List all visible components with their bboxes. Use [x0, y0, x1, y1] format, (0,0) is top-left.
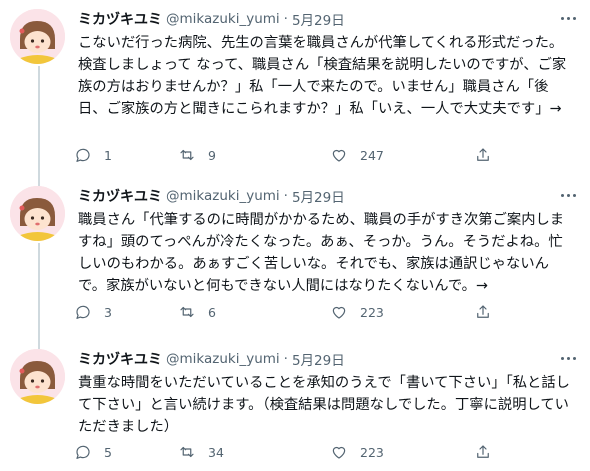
- tweet-text: 貴重な時間をいただいていることを承知のうえで「書いて下さい」「私と話して下さい」…: [78, 375, 570, 435]
- tweet-text: 職員さん「代筆するのに時間がかかるため、職員の手がすき次第ご案内しますね」頭のて…: [78, 212, 565, 294]
- reply-icon: [76, 445, 90, 459]
- timeline: ミカヅキユミ @mikazuki_yumi · 5月29日 こないだ行った病院、…: [0, 0, 590, 471]
- heart-icon: [332, 446, 346, 459]
- tweet-header: ミカヅキユミ @mikazuki_yumi · 5月29日: [78, 348, 560, 370]
- tweet-actions: 3 6 223: [70, 300, 570, 324]
- tweet[interactable]: ミカヅキユミ @mikazuki_yumi · 5月29日 貴重な時間をいただい…: [0, 340, 590, 471]
- reply-count: 5: [104, 444, 112, 460]
- display-name[interactable]: ミカヅキユミ: [78, 186, 162, 206]
- retweet-icon: [180, 149, 194, 161]
- share-button[interactable]: [474, 300, 492, 324]
- avatar[interactable]: [10, 349, 65, 404]
- reply-icon: [76, 305, 90, 319]
- share-button[interactable]: [474, 440, 492, 464]
- retweet-count: 34: [208, 444, 224, 460]
- like-count: 247: [360, 147, 384, 163]
- like-button[interactable]: 247: [330, 143, 384, 167]
- retweet-icon: [180, 446, 194, 458]
- user-handle[interactable]: @mikazuki_yumi: [166, 351, 280, 367]
- reply-count: 3: [104, 304, 112, 320]
- separator-dot: ·: [283, 351, 288, 367]
- tweet-actions: 1 9 247: [70, 143, 570, 167]
- tweet-date[interactable]: 5月29日: [292, 349, 345, 369]
- more-options-icon[interactable]: [558, 350, 578, 366]
- retweet-button[interactable]: 9: [178, 143, 216, 167]
- reply-button[interactable]: 5: [74, 440, 112, 464]
- tweet-text: こないだ行った病院、先生の言葉を職員さんが代筆してくれる形式だった。検査しましょ…: [78, 35, 567, 117]
- like-button[interactable]: 223: [330, 300, 384, 324]
- tweet[interactable]: ミカヅキユミ @mikazuki_yumi · 5月29日 職員さん「代筆するの…: [0, 177, 590, 340]
- tweet-header: ミカヅキユミ @mikazuki_yumi · 5月29日: [78, 185, 560, 207]
- heart-icon: [332, 306, 346, 319]
- share-icon: [477, 445, 489, 458]
- user-handle[interactable]: @mikazuki_yumi: [166, 188, 280, 204]
- retweet-button[interactable]: 34: [178, 440, 224, 464]
- like-count: 223: [360, 444, 384, 460]
- share-icon: [477, 148, 489, 161]
- avatar[interactable]: [10, 186, 65, 241]
- display-name[interactable]: ミカヅキユミ: [78, 349, 162, 369]
- share-icon: [477, 305, 489, 318]
- user-handle[interactable]: @mikazuki_yumi: [166, 11, 280, 27]
- tweet-actions: 5 34 223: [70, 440, 570, 464]
- display-name[interactable]: ミカヅキユミ: [78, 9, 162, 29]
- retweet-button[interactable]: 6: [178, 300, 216, 324]
- avatar[interactable]: [10, 9, 65, 64]
- retweet-count: 6: [208, 304, 216, 320]
- like-count: 223: [360, 304, 384, 320]
- reply-count: 1: [104, 147, 112, 163]
- tweet-date[interactable]: 5月29日: [292, 9, 345, 29]
- more-options-icon[interactable]: [558, 10, 578, 26]
- like-button[interactable]: 223: [330, 440, 384, 464]
- reply-button[interactable]: 1: [74, 143, 112, 167]
- heart-icon: [332, 149, 346, 162]
- separator-dot: ·: [283, 188, 288, 204]
- tweet[interactable]: ミカヅキユミ @mikazuki_yumi · 5月29日 こないだ行った病院、…: [0, 0, 590, 177]
- separator-dot: ·: [283, 11, 288, 27]
- retweet-count: 9: [208, 147, 216, 163]
- tweet-date[interactable]: 5月29日: [292, 186, 345, 206]
- reply-button[interactable]: 3: [74, 300, 112, 324]
- share-button[interactable]: [474, 143, 492, 167]
- tweet-header: ミカヅキユミ @mikazuki_yumi · 5月29日: [78, 8, 560, 30]
- more-options-icon[interactable]: [558, 187, 578, 203]
- reply-icon: [76, 148, 90, 162]
- retweet-icon: [180, 306, 194, 318]
